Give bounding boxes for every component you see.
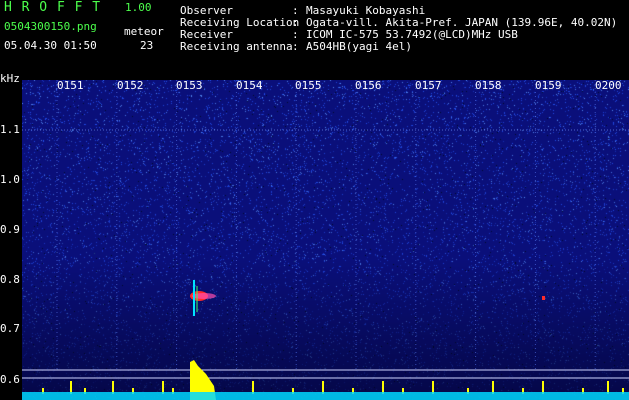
meteor-spot [542, 296, 545, 300]
info-sep: : [292, 40, 299, 53]
freq-tick-0-8: 0.8 [0, 273, 20, 286]
time-tick-0152: 0152 [117, 79, 144, 92]
meteor-echo [190, 280, 216, 316]
minute-gridlines [56, 80, 596, 370]
time-tick-0154: 0154 [236, 79, 263, 92]
baseline-band [22, 392, 629, 400]
app-version: 1.00 [125, 1, 152, 14]
spectrogram[interactable] [22, 80, 629, 400]
filename: 0504300150.png [4, 20, 97, 33]
meteor-halo [192, 293, 216, 299]
time-tick-0157: 0157 [415, 79, 442, 92]
freq-tick-1-1: 1.1 [0, 123, 20, 136]
spectrogram-overlay [22, 80, 629, 400]
app-title: H R O F F T [4, 0, 102, 15]
time-tick-0155: 0155 [295, 79, 322, 92]
time-tick-0159: 0159 [535, 79, 562, 92]
station-info: Observer : Masayuki Kobayashi Receiving … [178, 0, 629, 78]
info-label-antenna: Receiving antenna [180, 40, 293, 53]
freq-tick-0-9: 0.9 [0, 223, 20, 236]
freq-tick-0-6: 0.6 [0, 373, 20, 386]
meteor-count: 23 [140, 39, 154, 52]
time-tick-0153: 0153 [176, 79, 203, 92]
info-value-antenna: A504HB(yagi 4el) [306, 40, 412, 53]
time-tick-0156: 0156 [355, 79, 382, 92]
freq-tick-0-7: 0.7 [0, 322, 20, 335]
y-axis-unit: kHz [0, 72, 20, 85]
time-tick-0200: 0200 [595, 79, 622, 92]
timestamp: 05.04.30 01:50 [4, 39, 97, 52]
header-left: H R O F F T 1.00 0504300150.png meteor 0… [0, 0, 175, 78]
time-tick-0151: 0151 [57, 79, 84, 92]
time-tick-0158: 0158 [475, 79, 502, 92]
meteor-label: meteor [124, 25, 164, 38]
freq-tick-1-0: 1.0 [0, 173, 20, 186]
